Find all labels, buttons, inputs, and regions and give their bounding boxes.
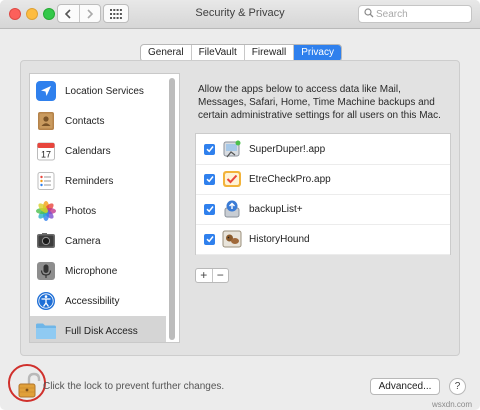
advanced-button[interactable]: Advanced... — [370, 378, 440, 395]
title-bar: Security & Privacy — [0, 0, 480, 29]
backuplist-app-icon — [221, 198, 243, 220]
remove-app-button[interactable]: − — [211, 269, 229, 282]
camera-icon — [35, 230, 57, 252]
tab-general[interactable]: General — [141, 45, 192, 61]
photos-flower-icon — [35, 200, 57, 222]
app-row-superduper[interactable]: SuperDuper!.app — [196, 134, 450, 165]
app-name: EtreCheckPro.app — [249, 173, 331, 185]
app-name: backupList+ — [249, 203, 303, 215]
checkmark-icon — [205, 236, 214, 243]
sidebar-item-label: Reminders — [65, 175, 114, 187]
app-checkbox[interactable] — [204, 173, 215, 185]
calendar-icon: 17 — [35, 140, 57, 162]
app-row-backuplist[interactable]: backupList+ — [196, 194, 450, 225]
help-button[interactable]: ? — [449, 378, 466, 395]
sidebar-item-label: Location Services — [65, 85, 144, 97]
sidebar-item-label: Photos — [65, 205, 97, 217]
watermark-text: wsxdn.com — [432, 400, 473, 409]
app-checkbox[interactable] — [204, 233, 215, 245]
tab-privacy[interactable]: Privacy — [294, 45, 341, 61]
tab-filevault[interactable]: FileVault — [192, 45, 245, 61]
sidebar-item-label: Accessibility — [65, 295, 120, 307]
list-add-remove-control: + − — [195, 268, 229, 283]
microphone-icon — [35, 260, 57, 282]
sidebar-item-label: Contacts — [65, 115, 105, 127]
app-row-historyhound[interactable]: HistoryHound — [196, 224, 450, 255]
folder-icon — [35, 320, 57, 342]
lock-button[interactable] — [15, 371, 45, 401]
app-checkbox[interactable] — [204, 143, 215, 155]
full-disk-access-description: Allow the apps below to access data like… — [198, 84, 441, 121]
accessibility-icon — [35, 290, 57, 312]
sidebar-item-contacts[interactable]: Contacts — [30, 106, 166, 136]
sidebar-item-label: Microphone — [65, 265, 118, 277]
tab-firewall[interactable]: Firewall — [245, 45, 295, 61]
checkmark-icon — [205, 176, 214, 183]
sidebar-item-reminders[interactable]: Reminders — [30, 166, 166, 196]
checkmark-icon — [205, 146, 214, 153]
etrecheck-app-icon — [221, 168, 243, 190]
historyhound-app-icon — [221, 228, 243, 250]
search-field[interactable] — [358, 5, 472, 23]
sidebar-item-camera[interactable]: Camera — [30, 226, 166, 256]
calendar-day-number: 17 — [41, 150, 51, 160]
sidebar-item-label: Camera — [65, 235, 101, 247]
search-icon — [364, 8, 374, 18]
lock-instruction-text: Click the lock to prevent further change… — [43, 381, 225, 392]
app-row-etrecheckpro[interactable]: EtreCheckPro.app — [196, 164, 450, 195]
sidebar-item-label: Full Disk Access — [65, 325, 138, 337]
app-checkbox[interactable] — [204, 203, 215, 215]
location-arrow-icon — [35, 80, 57, 102]
sidebar-item-photos[interactable]: Photos — [30, 196, 166, 226]
superduper-app-icon — [221, 138, 243, 160]
security-privacy-window: Security & Privacy General FileVault Fir… — [0, 0, 480, 410]
sidebar-item-full-disk-access[interactable]: Full Disk Access — [30, 316, 166, 342]
sidebar-item-accessibility[interactable]: Accessibility — [30, 286, 166, 316]
sidebar-item-label: Calendars — [65, 145, 111, 157]
reminders-list-icon — [35, 170, 57, 192]
app-name: HistoryHound — [249, 233, 310, 245]
unlocked-padlock-icon — [18, 372, 41, 398]
sidebar-scrollbar[interactable] — [169, 78, 175, 340]
contacts-book-icon — [35, 110, 57, 132]
search-input[interactable] — [376, 7, 468, 21]
app-permission-list: SuperDuper!.app EtreCheckPro.app backupL… — [195, 133, 451, 255]
add-app-button[interactable]: + — [196, 269, 212, 282]
app-name: SuperDuper!.app — [249, 143, 326, 155]
sidebar-item-microphone[interactable]: Microphone — [30, 256, 166, 286]
checkmark-icon — [205, 206, 214, 213]
privacy-category-list: Location Services Contacts 17 Calendars … — [29, 73, 180, 343]
sidebar-item-location-services[interactable]: Location Services — [30, 76, 166, 106]
sidebar-item-calendars[interactable]: 17 Calendars — [30, 136, 166, 166]
